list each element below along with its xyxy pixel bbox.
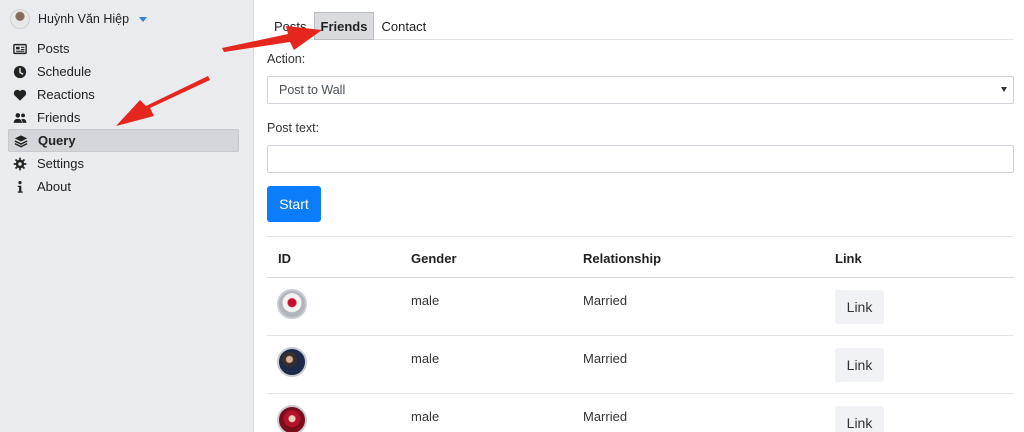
column-header-id: ID (278, 251, 291, 266)
column-header-link: Link (835, 251, 862, 266)
sidebar-item-label: Schedule (37, 64, 92, 79)
post-text-label: Post text: (267, 121, 320, 135)
sidebar-nav: Posts Schedule Reactions Friends Query S… (8, 37, 239, 198)
sidebar-item-label: Query (38, 133, 76, 148)
link-button[interactable]: Link (835, 406, 884, 432)
action-select[interactable]: Post to Wall (267, 76, 1014, 104)
info-icon (12, 179, 28, 195)
column-header-relationship: Relationship (583, 251, 662, 266)
dropdown-arrow-icon (1001, 87, 1007, 92)
user-menu[interactable]: Huỳnh Văn Hiệp (10, 8, 148, 30)
friend-avatar (277, 289, 307, 319)
user-name: Huỳnh Văn Hiệp (38, 12, 130, 26)
layers-icon (13, 133, 29, 149)
sidebar: Huỳnh Văn Hiệp Posts Schedule Reactions … (0, 0, 254, 432)
start-button[interactable]: Start (267, 186, 321, 222)
clock-icon (12, 64, 28, 80)
app-window: Huỳnh Văn Hiệp Posts Schedule Reactions … (0, 0, 1024, 432)
table-row: male Married Link (267, 278, 1014, 336)
tab-posts[interactable]: Posts (267, 12, 314, 40)
heart-icon (12, 87, 28, 103)
link-button[interactable]: Link (835, 290, 884, 324)
sidebar-item-reactions[interactable]: Reactions (8, 83, 239, 106)
sidebar-item-label: About (37, 179, 71, 194)
friends-table: ID Gender Relationship Link male Married… (267, 236, 1014, 432)
sidebar-item-settings[interactable]: Settings (8, 152, 239, 175)
main-panel: Posts Friends Contact Action: Post to Wa… (255, 0, 1024, 432)
user-avatar (10, 9, 30, 29)
sidebar-item-label: Friends (37, 110, 81, 125)
gender-cell: male (411, 351, 440, 366)
sidebar-item-query[interactable]: Query (8, 129, 239, 152)
gender-cell: male (411, 409, 440, 424)
sidebar-item-about[interactable]: About (8, 175, 239, 198)
tab-bar: Posts Friends Contact (267, 10, 1014, 40)
link-button[interactable]: Link (835, 348, 884, 382)
action-select-value: Post to Wall (279, 83, 346, 97)
relationship-cell: Married (583, 409, 628, 424)
table-row: male Married Link (267, 394, 1014, 432)
chevron-down-icon (139, 16, 148, 22)
gender-cell: male (411, 293, 440, 308)
relationship-cell: Married (583, 293, 628, 308)
users-icon (12, 110, 28, 126)
relationship-cell: Married (583, 351, 628, 366)
column-header-gender: Gender (411, 251, 457, 266)
tab-friends[interactable]: Friends (313, 12, 375, 40)
table-row: male Married Link (267, 336, 1014, 394)
gear-icon (12, 156, 28, 172)
post-text-input[interactable] (267, 145, 1014, 173)
friend-avatar (277, 347, 307, 377)
sidebar-item-friends[interactable]: Friends (8, 106, 239, 129)
tab-contact[interactable]: Contact (374, 12, 433, 40)
newspaper-icon (12, 41, 28, 57)
friend-avatar (277, 405, 307, 432)
sidebar-item-label: Settings (37, 156, 84, 171)
sidebar-item-schedule[interactable]: Schedule (8, 60, 239, 83)
sidebar-item-posts[interactable]: Posts (8, 37, 239, 60)
sidebar-item-label: Reactions (37, 87, 95, 102)
sidebar-item-label: Posts (37, 41, 70, 56)
action-label: Action: (267, 52, 306, 66)
table-header: ID Gender Relationship Link (267, 236, 1014, 278)
